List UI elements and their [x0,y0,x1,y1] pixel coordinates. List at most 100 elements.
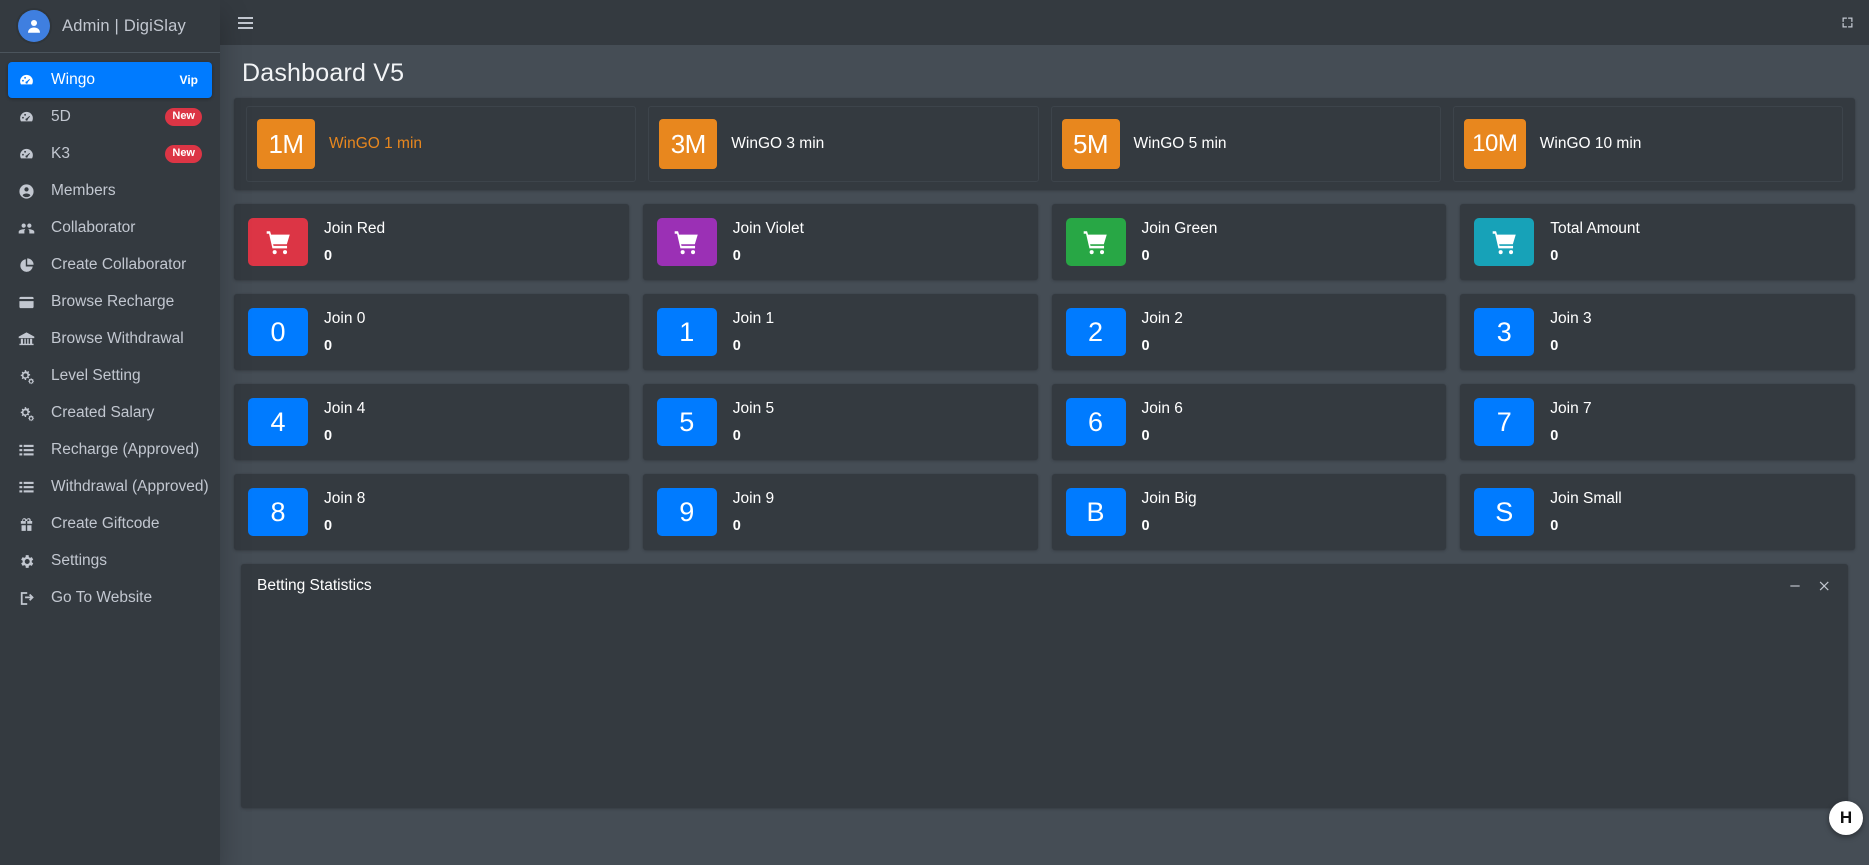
stat-card-join-8[interactable]: 8 Join 80 [234,474,629,550]
stat-card-join-9[interactable]: 9 Join 9 0 [643,474,1038,550]
stat-icon-glyph: 7 [1497,409,1512,436]
wingo-tabs-row: 1MWinGO 1 min3MWinGO 3 min5MWinGO 5 min1… [234,98,1855,190]
stat-card-title: Join Green [1142,220,1218,238]
stat-card-value: 0 [1550,338,1591,354]
sidebar-item-label: Create Giftcode [51,515,202,533]
sidebar-item-collaborator[interactable]: Collaborator [8,210,212,246]
stat-card-value: 0 [733,518,774,534]
stat-card-join-5[interactable]: 5Join 50 [643,384,1038,460]
stat-card-join-3[interactable]: 3Join 30 [1460,294,1855,370]
stat-card-wrapper: 4Join 40 [227,384,636,474]
sidebar-item-settings[interactable]: Settings [8,543,212,579]
sidebar-item-withdrawal-approved[interactable]: Withdrawal (Approved) [8,469,212,505]
stat-card-title: Join 5 [733,400,774,418]
stat-card-join-small[interactable]: S Join Small 0 [1460,474,1855,550]
stat-card-join-1[interactable]: 1 Join 10 [643,294,1038,370]
wingo-tab-10m[interactable]: 10MWinGO 10 min [1453,106,1843,182]
stat-card-body: Join 10 [733,308,774,354]
stat-card-body: Join 70 [1550,398,1591,444]
number-badge-icon: 9 [657,488,717,536]
stat-card-join-green[interactable]: Join Green0 [1052,204,1447,280]
minus-icon[interactable] [1788,579,1802,593]
cogs-icon [18,368,44,385]
sidebar-item-browse-recharge[interactable]: Browse Recharge [8,284,212,320]
sidebar-item-create-giftcode[interactable]: Create Giftcode [8,506,212,542]
stat-card-body: Join 60 [1142,398,1183,444]
sidebar-item-level-setting[interactable]: Level Setting [8,358,212,394]
color-stats-row: Join Red0Join Violet0Join Green0Total Am… [227,204,1862,294]
stat-card-join-4[interactable]: 4Join 40 [234,384,629,460]
number-badge-icon: S [1474,488,1534,536]
stat-card-value: 0 [1142,338,1183,354]
stat-card-join-big[interactable]: BJoin Big0 [1052,474,1447,550]
wingo-tab-5m[interactable]: 5MWinGO 5 min [1051,106,1441,182]
brand-title: Admin | DigiSlay [62,17,186,36]
stat-card-join-red[interactable]: Join Red 0 [234,204,629,280]
expand-icon[interactable] [1840,15,1855,30]
sidebar-item-create-collaborator[interactable]: Create Collaborator [8,247,212,283]
stat-icon-glyph: 8 [270,499,285,526]
dashboard-gauge-icon [18,146,44,163]
number-badge-icon: 0 [248,308,308,356]
sidebar-item-label: Collaborator [51,219,202,237]
sidebar-item-wingo[interactable]: WingoVip [8,62,212,98]
stat-card-title: Total Amount [1550,220,1640,238]
wingo-tab-badge: 1M [257,119,315,169]
sidebar-item-created-salary[interactable]: Created Salary [8,395,212,431]
stat-card-title: Join Small [1550,490,1622,508]
brand-header[interactable]: Admin | DigiSlay [0,0,220,53]
stat-card-value: 0 [733,248,804,264]
stat-card-total-amount[interactable]: Total Amount0 [1460,204,1855,280]
stat-card-wrapper: 5Join 50 [636,384,1045,474]
stat-icon-glyph: 6 [1088,409,1103,436]
stat-card-body: Join Violet0 [733,218,804,264]
stat-card-wrapper: Join Red 0 [227,204,636,294]
stat-card-value: 0 [324,518,365,534]
stat-card-value: 0 [1142,428,1183,444]
stat-card-join-2[interactable]: 2Join 20 [1052,294,1447,370]
sidebar-nav: WingoVip5DNew K3 New Members Collaborator Cre… [0,53,220,616]
panel-title: Betting Statistics [257,577,372,595]
betting-statistics-panel: Betting Statistics [241,564,1848,808]
stat-card-join-6[interactable]: 6 Join 60 [1052,384,1447,460]
hamburger-icon[interactable] [234,13,257,33]
stat-card-value: 0 [324,248,385,264]
sidebar-item-recharge-approved[interactable]: Recharge (Approved) [8,432,212,468]
stat-card-title: Join 0 [324,310,365,328]
sidebar-item-label: Create Collaborator [51,256,202,274]
sidebar-item-k3[interactable]: K3 New [8,136,212,172]
stat-card-value: 0 [1550,518,1622,534]
wingo-tab-1m[interactable]: 1MWinGO 1 min [246,106,636,182]
stat-card-wrapper: 2Join 20 [1045,294,1454,384]
wingo-tab-3m[interactable]: 3MWinGO 3 min [648,106,1038,182]
sidebar-item-label: K3 [51,145,159,163]
sidebar-item-badge: New [165,145,202,162]
sidebar-item-go-to-website[interactable]: Go To Website [8,580,212,616]
floating-help-badge[interactable]: H [1829,801,1863,835]
stat-card-body: Join Red 0 [324,218,385,264]
stat-card-join-violet[interactable]: Join Violet0 [643,204,1038,280]
stat-card-title: Join Red [324,220,385,238]
stat-card-wrapper: 7 Join 70 [1453,384,1862,474]
sidebar-item-members[interactable]: Members [8,173,212,209]
stat-card-title: Join 9 [733,490,774,508]
stat-card-join-7[interactable]: 7 Join 70 [1460,384,1855,460]
sidebar-item-browse-withdrawal[interactable]: Browse Withdrawal [8,321,212,357]
close-icon[interactable] [1818,579,1832,593]
stat-icon-glyph: 3 [1497,319,1512,346]
stat-card-wrapper: 8 Join 80 [227,474,636,564]
stat-icon-glyph: 1 [679,319,694,346]
wingo-tab-badge: 5M [1062,119,1120,169]
stat-card-wrapper: Join Green0 [1045,204,1454,294]
shopping-cart-icon [1066,218,1126,266]
stat-card-body: Join 80 [324,488,365,534]
stat-card-value: 0 [733,338,774,354]
dashboard-root: Admin | DigiSlay WingoVip5DNew K3 New Membe… [0,0,1869,865]
number-badge-icon: 5 [657,398,717,446]
stat-card-join-0[interactable]: 0Join 00 [234,294,629,370]
number-badge-icon: 8 [248,488,308,536]
sidebar-item-label: Browse Recharge [51,293,202,311]
credit-card-icon [18,294,44,311]
number-badge-icon: 4 [248,398,308,446]
sidebar-item-5d[interactable]: 5DNew [8,99,212,135]
